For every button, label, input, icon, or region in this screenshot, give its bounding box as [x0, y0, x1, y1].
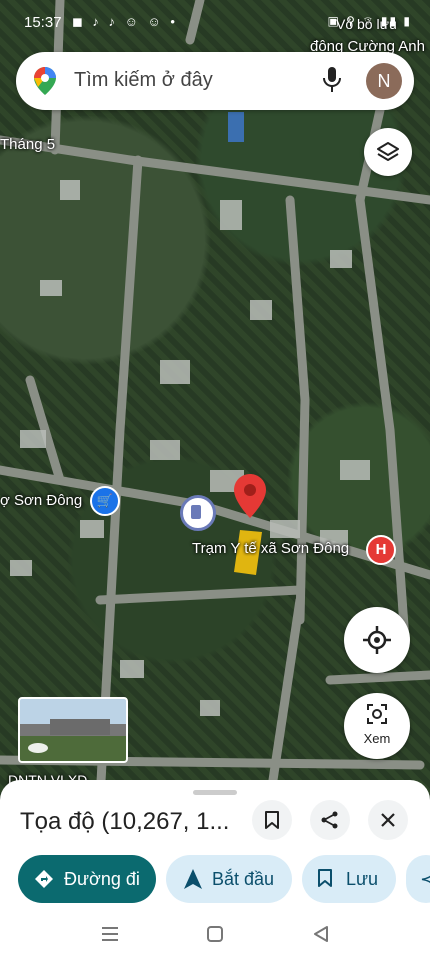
share-icon — [321, 811, 338, 829]
gas-station-icon[interactable] — [180, 495, 216, 531]
search-bar[interactable]: Tìm kiếm ở đây N — [16, 52, 414, 110]
account-avatar[interactable]: N — [366, 63, 402, 99]
view-label: Xem — [363, 731, 391, 746]
system-navigation-bar — [0, 912, 430, 960]
satellite-map[interactable]: Vỏ bò lưu đông Cường Anh Tháng 5 🛒 ợ Sơn… — [0, 0, 430, 800]
home-icon[interactable] — [207, 926, 223, 942]
crosshair-icon — [363, 626, 391, 654]
google-maps-logo-icon — [34, 67, 56, 95]
coordinates-title: Tọa độ (10,267, 1... — [20, 808, 230, 835]
microphone-icon[interactable] — [322, 67, 342, 93]
navigation-arrow-icon — [184, 869, 202, 889]
street-view-thumbnail[interactable] — [18, 697, 128, 763]
search-input[interactable]: Tìm kiếm ở đây — [74, 69, 213, 92]
map-label-street: Tháng 5 — [0, 136, 56, 153]
map-label-market: ợ Sơn Đông — [0, 492, 83, 509]
sheet-drag-handle[interactable] — [193, 790, 237, 795]
recent-apps-icon[interactable] — [101, 926, 119, 942]
share-chip-button[interactable]: ≺ — [406, 855, 430, 903]
share-chip-icon: ≺ — [420, 869, 430, 889]
directions-button[interactable]: Đường đi — [18, 855, 156, 903]
layers-icon — [377, 142, 399, 161]
back-icon[interactable] — [313, 926, 329, 942]
layers-button[interactable] — [364, 128, 412, 176]
close-button[interactable] — [368, 800, 408, 840]
hospital-icon[interactable]: H — [366, 535, 396, 565]
rotate-360-icon — [28, 743, 48, 753]
start-label: Bắt đầu — [212, 869, 275, 889]
save-chip-button[interactable]: Lưu — [302, 855, 396, 903]
red-location-pin-icon[interactable] — [234, 474, 266, 518]
map-label-health: Trạm Y tế xã Sơn Đông — [192, 540, 350, 557]
start-button[interactable]: Bắt đầu — [166, 855, 292, 903]
save-bookmark-button[interactable] — [252, 800, 292, 840]
view-lens-button[interactable]: Xem — [344, 693, 410, 759]
close-icon — [381, 813, 395, 827]
share-button[interactable] — [310, 800, 350, 840]
shopping-cart-icon[interactable]: 🛒 — [90, 486, 120, 516]
my-location-button[interactable] — [344, 607, 410, 673]
pool — [228, 112, 244, 142]
road-network — [0, 0, 430, 800]
system-icons: ▣ ⚲ ⌔ ▮▮ ▮ — [327, 14, 412, 28]
bookmark-outline-icon — [318, 869, 332, 887]
status-bar: 15:37 ◼ ♪ ♪ ☺ ☺ • ▣ ⚲ ⌔ ▮▮ ▮ — [0, 0, 430, 40]
directions-icon — [35, 870, 53, 888]
status-time: 15:37 — [24, 14, 62, 31]
save-label: Lưu — [346, 869, 379, 889]
camera-lens-icon — [367, 704, 387, 724]
directions-label: Đường đi — [64, 869, 140, 889]
bookmark-icon — [265, 811, 279, 829]
notification-icons: ◼ ♪ ♪ ☺ ☺ • — [72, 14, 178, 29]
